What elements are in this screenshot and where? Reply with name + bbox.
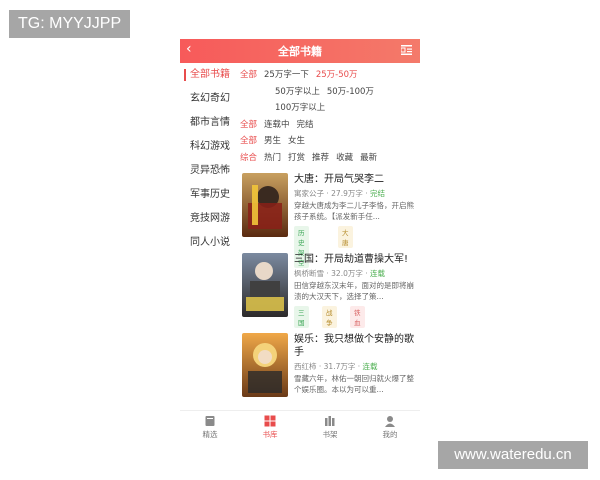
- book-status: 连载: [362, 362, 378, 371]
- sidebar-item-online-game[interactable]: 竞技网游: [180, 207, 234, 231]
- book-icon: [205, 416, 215, 426]
- watermark-top-left: TG: MYYJJPP: [9, 10, 131, 38]
- book-title: 娱乐：我只想做个安静的歌手: [294, 334, 414, 358]
- filter-gender-female[interactable]: 女生: [288, 136, 305, 146]
- book-word-count: 27.9万字: [331, 189, 363, 198]
- book-status: 完结: [370, 189, 386, 198]
- book-description: 穿越大唐成为李二儿子李恪，开启熊孩子系统。【派发新手任...: [294, 201, 414, 221]
- book-item[interactable]: 大唐：开局气哭李二 寓家公子 · 27.9万字 · 完结 穿越大唐成为李二儿子李…: [240, 173, 420, 268]
- tag: 大唐: [338, 226, 353, 248]
- sort-overall[interactable]: 综合: [240, 153, 257, 163]
- filter-row-words: 全部 25万字一下 25万-50万: [240, 67, 420, 84]
- filter-words-50-100w[interactable]: 50万-100万: [327, 87, 374, 97]
- book-author: 寓家公子: [294, 189, 324, 198]
- book-cover: [242, 253, 288, 317]
- category-sidebar: 全部书籍 玄幻奇幻 都市言情 科幻游戏 灵异恐怖 军事历史 竞技网游 同人小说: [180, 63, 234, 403]
- sort-tips[interactable]: 打赏: [288, 153, 305, 163]
- filter-gender-all[interactable]: 全部: [240, 136, 257, 146]
- filter-row-status: 全部 连载中 完结: [240, 117, 420, 134]
- book-cover: [242, 333, 288, 397]
- tab-label: 书库: [262, 430, 278, 439]
- watermark-bottom-right: www.wateredu.cn: [438, 441, 588, 469]
- filter-words-25-50w[interactable]: 25万-50万: [316, 70, 358, 80]
- sort-recommend[interactable]: 推荐: [312, 153, 329, 163]
- sidebar-item-fan-fiction[interactable]: 同人小说: [180, 231, 234, 255]
- filter-words-over-50w[interactable]: 50万字以上: [275, 87, 320, 97]
- filter-row-sort: 综合 热门 打赏 推荐 收藏 最新: [240, 150, 420, 167]
- tag: 铁血: [350, 306, 365, 328]
- filter-gender-male[interactable]: 男生: [264, 136, 281, 146]
- tag: 战争: [322, 306, 337, 328]
- book-word-count: 31.7万字: [323, 362, 356, 371]
- header-bar: ‹ 全部书籍: [180, 39, 420, 63]
- sort-hot[interactable]: 热门: [264, 153, 281, 163]
- filter-words-under-25w[interactable]: 25万字一下: [264, 70, 309, 80]
- tag: 三国: [294, 306, 309, 328]
- book-meta: 寓家公子 · 27.9万字 · 完结: [294, 189, 386, 198]
- tab-library[interactable]: 书库: [250, 415, 290, 440]
- category-list-icon[interactable]: [401, 45, 412, 55]
- sidebar-item-scifi-game[interactable]: 科幻游戏: [180, 135, 234, 159]
- filter-status-finished[interactable]: 完结: [297, 120, 314, 130]
- book-author: 西红柿: [294, 362, 317, 371]
- filter-row-gender: 全部 男生 女生: [240, 133, 420, 150]
- user-icon: [385, 416, 395, 427]
- book-description: 雪藏六年，林佑一朝回归就火爆了整个娱乐圈。本以为可以重...: [294, 374, 414, 394]
- filter-row-words-2: 50万字以上 50万-100万: [240, 84, 420, 101]
- tab-label: 书架: [322, 430, 338, 439]
- sidebar-item-military-history[interactable]: 军事历史: [180, 183, 234, 207]
- filter-words-all[interactable]: 全部: [240, 70, 257, 80]
- book-item[interactable]: 三国：开局劫道曹操大军! 枫桥断雪 · 32.0万字 · 连载 田信穿越东汉末年…: [240, 253, 420, 331]
- book-meta: 西红柿 · 31.7万字 · 连载: [294, 362, 378, 371]
- book-cover: [242, 173, 288, 237]
- book-meta: 枫桥断雪 · 32.0万字 · 连载: [294, 269, 386, 278]
- bottom-tab-bar: 精选 书库 书架 我的: [180, 410, 420, 445]
- book-description: 田信穿越东汉末年，面对的是即将崩溃的大汉天下，选择了策...: [294, 281, 414, 301]
- bookshelf-icon: [325, 416, 335, 426]
- book-title: 大唐：开局气哭李二: [294, 174, 384, 185]
- book-author: 枫桥断雪: [294, 269, 324, 278]
- phone-screen: ‹ 全部书籍 全部书籍 玄幻奇幻 都市言情 科幻游戏 灵异恐怖 军事历史 竞技网…: [180, 39, 420, 445]
- page-title: 全部书籍: [278, 45, 322, 58]
- filter-status-ongoing[interactable]: 连载中: [264, 120, 290, 130]
- book-word-count: 32.0万字: [331, 269, 363, 278]
- sidebar-item-horror[interactable]: 灵异恐怖: [180, 159, 234, 183]
- sort-newest[interactable]: 最新: [360, 153, 377, 163]
- book-title: 三国：开局劫道曹操大军!: [294, 254, 409, 265]
- sidebar-item-urban-romance[interactable]: 都市言情: [180, 111, 234, 135]
- tab-bookshelf[interactable]: 书架: [310, 415, 350, 440]
- book-item[interactable]: 娱乐：我只想做个安静的歌手 西红柿 · 31.7万字 · 连载 雪藏六年，林佑一…: [240, 333, 420, 411]
- tab-mine[interactable]: 我的: [370, 415, 410, 440]
- filter-status-all[interactable]: 全部: [240, 120, 257, 130]
- tab-label: 精选: [202, 430, 218, 439]
- filter-row-words-3: 100万字以上: [240, 100, 420, 117]
- library-grid-icon: [264, 415, 276, 427]
- sidebar-item-all[interactable]: 全部书籍: [180, 63, 234, 87]
- tab-label: 我的: [382, 430, 398, 439]
- sort-favorites[interactable]: 收藏: [336, 153, 353, 163]
- filter-words-over-100w[interactable]: 100万字以上: [275, 103, 325, 113]
- book-status: 连载: [370, 269, 386, 278]
- sidebar-item-fantasy[interactable]: 玄幻奇幻: [180, 87, 234, 111]
- book-list-area: 全部 25万字一下 25万-50万 50万字以上 50万-100万 100万字以上 全…: [240, 67, 420, 407]
- tab-featured[interactable]: 精选: [190, 415, 230, 440]
